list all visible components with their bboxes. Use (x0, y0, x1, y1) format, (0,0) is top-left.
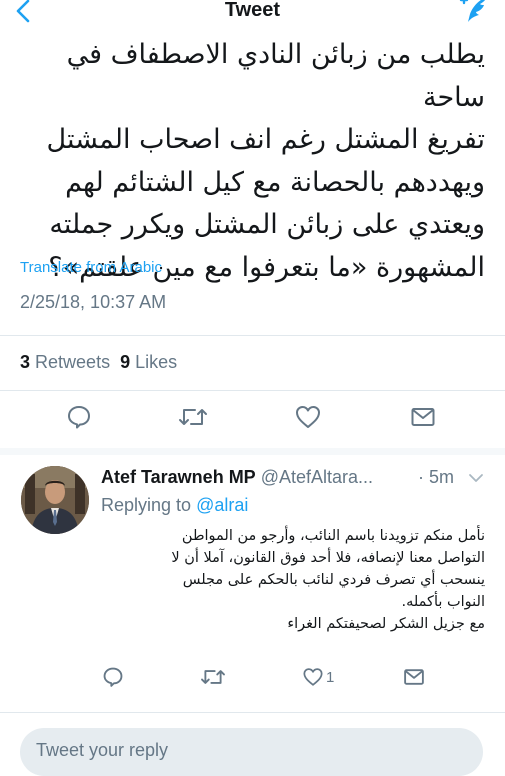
navigation-bar: Tweet (0, 0, 505, 30)
reply-text-line: مع جزيل الشكر لصحيفتكم الغراء (287, 616, 485, 632)
envelope-icon (404, 669, 424, 685)
reply-time: · 5m (418, 467, 454, 487)
tweet-text-line: ويعتدي على زبائن المشتل ويكرر جملته (49, 209, 485, 240)
heart-icon (296, 406, 320, 428)
tweet-action-bar (0, 404, 505, 444)
heart-icon (303, 668, 323, 686)
divider (0, 712, 505, 713)
page-title: Tweet (224, 0, 281, 21)
replying-to: Replying to @alrai (101, 495, 248, 516)
reply-retweet-button[interactable] (200, 666, 226, 688)
tweet-text: يطلب من زبائن النادي الاصطفاف في ساحة تف… (14, 34, 486, 289)
tweet-timestamp: 2/25/18, 10:37 AM (20, 292, 167, 312)
reply-action-bar: 1 (0, 666, 505, 694)
reply-button[interactable] (66, 404, 92, 430)
retweet-icon (201, 670, 225, 684)
like-button[interactable] (294, 404, 322, 430)
tweet-stats: 3 Retweets 9 Likes (20, 352, 177, 373)
retweet-count: 3 (20, 352, 31, 372)
avatar-photo (21, 466, 89, 534)
divider (0, 390, 505, 391)
retweet-icon (179, 409, 207, 425)
reply-text-line: نأمل منكم تزويدنا باسم النائب، وأرجو من … (181, 528, 485, 544)
avatar[interactable] (21, 466, 89, 534)
reply-icon (68, 406, 90, 429)
chevron-down-icon (469, 474, 483, 482)
reply-options-button[interactable] (468, 470, 484, 489)
envelope-icon (411, 408, 435, 426)
reply-reply-button[interactable] (102, 666, 124, 688)
divider (0, 335, 505, 336)
reply-icon (103, 667, 123, 687)
retweet-label: Retweets (35, 352, 111, 372)
compose-tweet-button[interactable] (457, 0, 491, 26)
likes-stat[interactable]: 9 Likes (120, 352, 177, 372)
author-handle: @AtefAltara... (260, 467, 374, 487)
reply-text-line: النواب بأكمله. (401, 594, 485, 610)
reply-text-line: التواصل معنا لإنصافه، فلا أحد فوق القانو… (171, 550, 485, 566)
reply-composer[interactable]: Tweet your reply (20, 728, 483, 776)
tweet-text-line: تفريغ المشتل رغم انف اصحاب المشتل (46, 124, 486, 155)
share-button[interactable] (410, 404, 436, 430)
replying-mention[interactable]: @alrai (196, 495, 248, 515)
section-separator (0, 448, 505, 455)
like-label: Likes (135, 352, 178, 372)
replying-label: Replying to (101, 495, 192, 515)
reply-like-button[interactable]: 1 (302, 666, 334, 688)
translate-link[interactable]: Translate from Arabic (20, 259, 162, 276)
retweet-button[interactable] (178, 404, 208, 430)
author-name: Atef Tarawneh MP (101, 467, 256, 487)
reply-author[interactable]: Atef Tarawneh MP @AtefAltara... (101, 467, 373, 488)
tweet-text-line: يطلب من زبائن النادي الاصطفاف في ساحة (66, 39, 485, 113)
tweet-text-line: ويهددهم بالحصانة مع كيل الشتائم لهم (65, 166, 485, 198)
retweets-stat[interactable]: 3 Retweets (20, 352, 110, 372)
reply-share-button[interactable] (403, 666, 425, 688)
like-count: 9 (120, 352, 131, 372)
reply-text-line: ينسحب أي تصرف فردي لنائب بالحكم على مجلس (182, 572, 485, 588)
reply-placeholder: Tweet your reply (36, 740, 169, 760)
compose-tweet-icon (459, 0, 486, 22)
reply-like-count: 1 (326, 668, 335, 686)
reply-text: نأمل منكم تزويدنا باسم النائب، وأرجو من … (101, 525, 485, 635)
